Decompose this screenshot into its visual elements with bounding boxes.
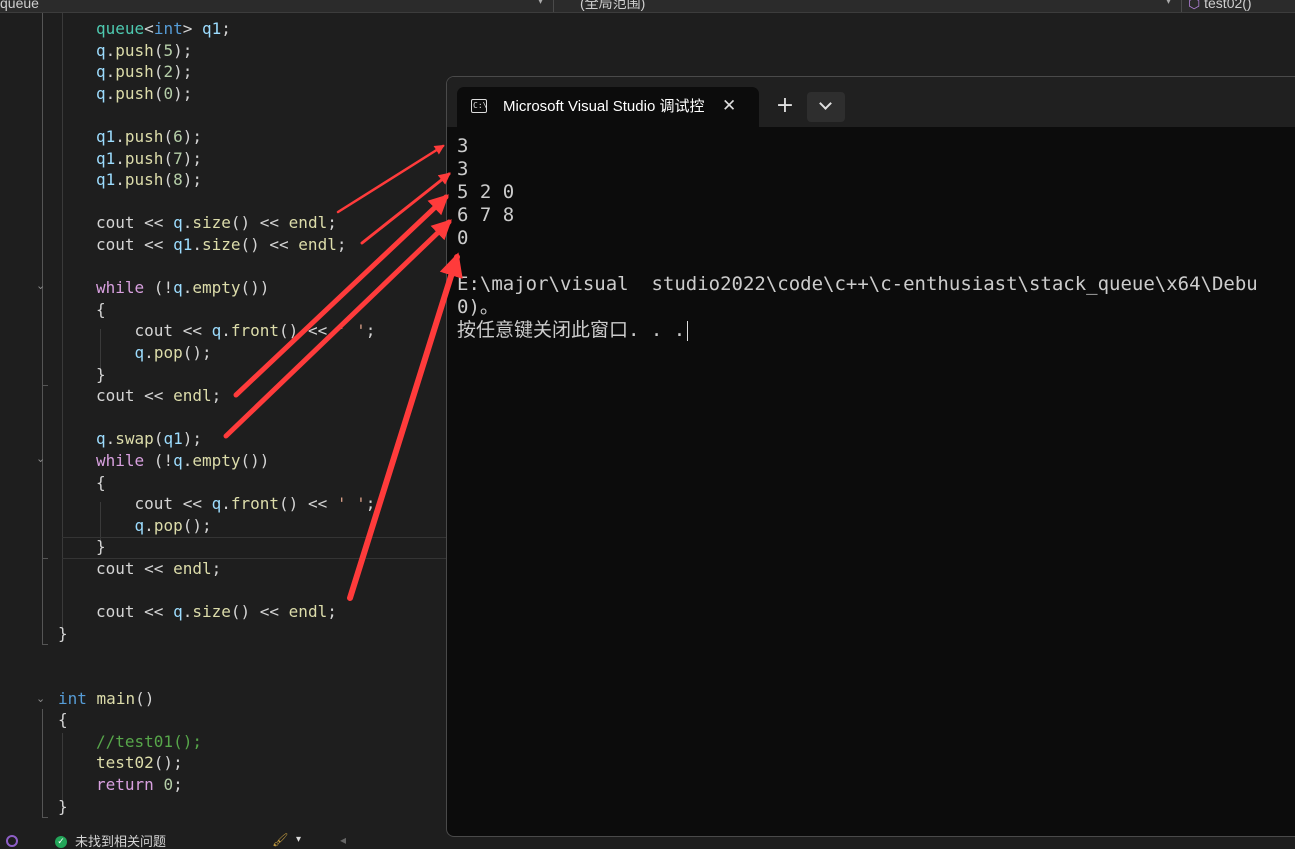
annotation-arrow [336, 144, 445, 214]
annotation-arrow [347, 252, 463, 601]
annotation-arrows [223, 144, 463, 601]
annotation-arrow [223, 219, 452, 439]
annotation-arrow [233, 194, 449, 398]
